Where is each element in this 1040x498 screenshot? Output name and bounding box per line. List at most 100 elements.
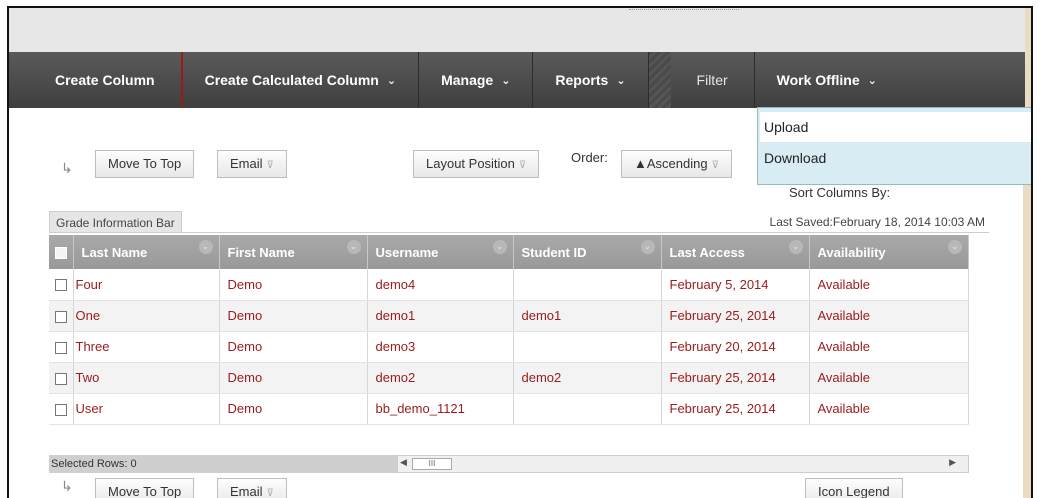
table-cell[interactable]: Three [73, 331, 220, 363]
table-cell[interactable] [513, 269, 662, 301]
column-menu-icon[interactable]: ⌄ [948, 240, 962, 254]
table-cell[interactable]: Demo [219, 300, 368, 332]
email-label: Email [230, 156, 263, 171]
table-cell[interactable]: Two [73, 362, 220, 394]
table-cell[interactable]: Available [809, 331, 969, 363]
filter-label: Filter [696, 72, 728, 88]
grid-footer: Selected Rows: 0 ◀ III ▶ [49, 455, 969, 473]
table-cell[interactable]: Demo [219, 393, 368, 425]
table-row: User Demo bb_demo_1121 February 25, 2014… [49, 393, 969, 425]
email-button[interactable]: Email ⊽ [217, 150, 287, 178]
table-cell[interactable]: User [73, 393, 220, 425]
select-all-checkbox[interactable] [55, 247, 67, 260]
reports-label: Reports [555, 72, 609, 88]
filter-button[interactable]: Filter [671, 52, 755, 108]
column-header[interactable]: Last Access ⌄ [661, 235, 810, 269]
row-checkbox[interactable] [55, 310, 67, 323]
chevron-down-icon: ⌄ [386, 74, 397, 87]
column-menu-icon[interactable]: ⌄ [346, 240, 361, 254]
column-menu-icon[interactable]: ⌄ [492, 240, 507, 254]
grade-information-bar-label: Grade Information Bar [49, 211, 182, 233]
table-cell[interactable] [513, 393, 662, 425]
move-to-top-button[interactable]: Move To Top [95, 150, 195, 178]
column-menu-icon[interactable]: ⌄ [198, 240, 213, 254]
column-header[interactable]: Username ⌄ [367, 235, 514, 269]
corner-arrow-icon: ↳ [61, 160, 73, 176]
column-header-label: Availability [817, 244, 886, 260]
manage-menu[interactable]: Manage ⌄ [419, 52, 534, 108]
corner-arrow-icon: ↳ [61, 478, 73, 494]
create-calculated-column-menu[interactable]: Create Calculated Column ⌄ [183, 52, 420, 108]
horizontal-scrollbar[interactable]: ◀ III ▶ [397, 455, 969, 473]
chevron-down-icon: ⌄ [616, 74, 626, 87]
table-cell[interactable]: Four [73, 269, 220, 301]
column-header[interactable]: First Name ⌄ [219, 235, 368, 269]
chevron-down-icon: ⌄ [867, 74, 877, 87]
grid-header-row: Last Name ⌄ First Name ⌄ Username ⌄ Student… [49, 235, 969, 269]
layout-position-label: Layout Position [426, 156, 515, 171]
create-column-button[interactable]: Create Column [9, 52, 183, 108]
table-cell[interactable]: Demo [219, 269, 368, 301]
scroll-right-icon[interactable]: ▶ [949, 457, 956, 468]
table-cell[interactable]: demo4 [367, 269, 514, 301]
column-header-label: Student ID [521, 244, 587, 260]
table-cell[interactable]: Demo [219, 362, 368, 394]
action-bar-divider [648, 52, 671, 108]
row-checkbox[interactable] [55, 403, 67, 416]
menu-item-upload[interactable]: Upload [760, 112, 1031, 142]
column-menu-icon[interactable]: ⌄ [640, 240, 655, 254]
ascending-button[interactable]: ▲Ascending ⊽ [621, 150, 732, 178]
table-cell[interactable]: bb_demo_1121 [367, 393, 514, 425]
reports-menu[interactable]: Reports ⌄ [533, 52, 649, 108]
column-menu-icon[interactable]: ⌄ [788, 240, 803, 254]
create-column-label: Create Column [55, 72, 155, 88]
table-cell[interactable]: February 25, 2014 [661, 300, 810, 332]
table-cell[interactable]: demo3 [367, 331, 514, 363]
table-cell[interactable]: demo2 [367, 362, 514, 394]
sort-columns-by-label: Sort Columns By: [789, 185, 891, 200]
action-bar: Create Column Create Calculated Column ⌄… [9, 52, 1025, 108]
table-cell[interactable] [513, 331, 662, 363]
row-checkbox-cell [49, 300, 74, 332]
select-all-cell [49, 235, 74, 269]
grade-information-bar: Grade Information Bar Last Saved:Februar… [49, 211, 989, 233]
table-cell[interactable]: Demo [219, 331, 368, 363]
move-to-top-label: Move To Top [108, 156, 182, 171]
selected-rows-count: Selected Rows: 0 [49, 455, 397, 473]
bottom-move-to-top-button[interactable]: Move To Top [95, 478, 195, 498]
column-header[interactable]: Last Name ⌄ [73, 235, 220, 269]
gradebook-frame: Create Column Create Calculated Column ⌄… [7, 6, 1033, 498]
table-cell[interactable]: demo1 [513, 300, 662, 332]
row-checkbox-cell [49, 362, 74, 394]
table-cell[interactable]: Available [809, 393, 969, 425]
table-cell[interactable]: demo1 [367, 300, 514, 332]
table-cell[interactable]: February 20, 2014 [661, 331, 810, 363]
table-cell[interactable]: Available [809, 362, 969, 394]
column-header[interactable]: Student ID ⌄ [513, 235, 662, 269]
column-header[interactable]: Availability ⌄ [809, 235, 969, 269]
email-label: Email [230, 484, 263, 498]
table-cell[interactable]: One [73, 300, 220, 332]
create-calculated-column-label: Create Calculated Column [204, 72, 379, 88]
table-row: Four Demo demo4 February 5, 2014 Availab… [49, 269, 969, 301]
table-cell[interactable]: Available [809, 269, 969, 301]
table-cell[interactable]: February 25, 2014 [661, 393, 810, 425]
icon-legend-label: Icon Legend [818, 484, 890, 498]
table-cell[interactable]: Available [809, 300, 969, 332]
table-cell[interactable]: demo2 [513, 362, 662, 394]
layout-position-button[interactable]: Layout Position ⊽ [413, 150, 540, 178]
row-checkbox[interactable] [55, 279, 67, 292]
scrollbar-thumb[interactable]: III [412, 458, 452, 470]
column-header-label: Last Access [669, 244, 745, 260]
chevron-down-icon: ⌄ [501, 74, 511, 87]
table-cell[interactable]: February 25, 2014 [661, 362, 810, 394]
row-checkbox[interactable] [55, 341, 67, 354]
table-cell[interactable]: February 5, 2014 [661, 269, 810, 301]
bottom-email-button[interactable]: Email ⊽ [217, 478, 287, 498]
move-to-top-label: Move To Top [108, 484, 182, 498]
scroll-left-icon[interactable]: ◀ [400, 457, 407, 468]
menu-item-download[interactable]: Download [758, 142, 1031, 174]
icon-legend-button[interactable]: Icon Legend [805, 478, 903, 498]
row-checkbox[interactable] [55, 372, 67, 385]
work-offline-menu[interactable]: Work Offline ⌄ [755, 52, 899, 108]
